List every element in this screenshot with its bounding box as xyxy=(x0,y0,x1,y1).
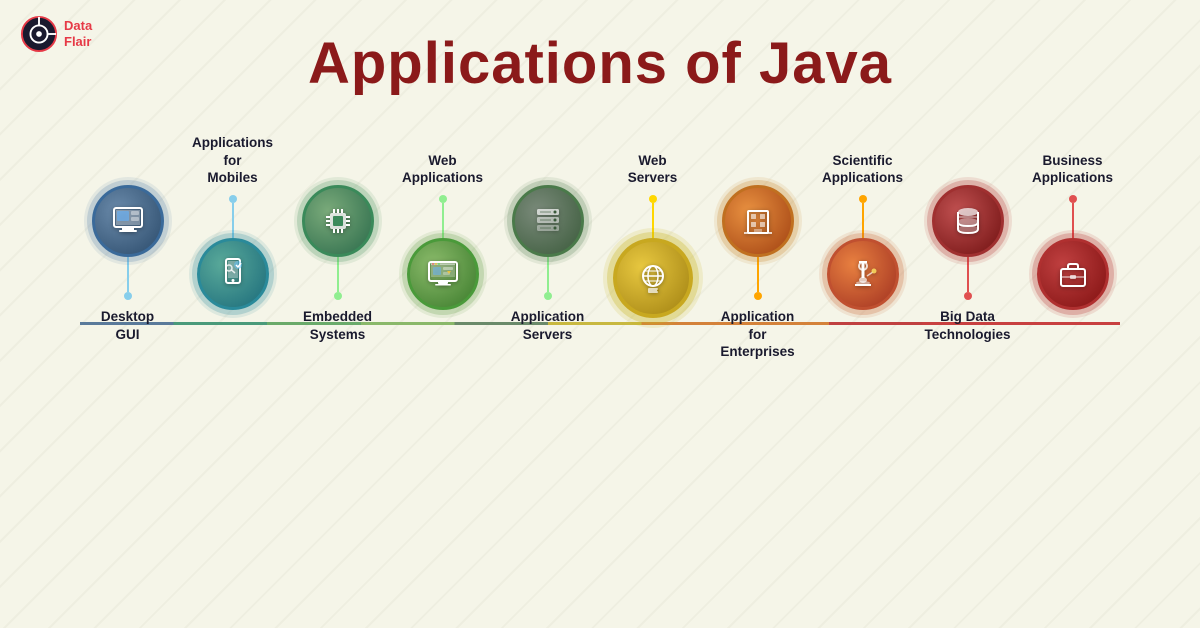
node-4-label-top: WebApplications xyxy=(402,127,483,187)
logo: Data Flair xyxy=(20,15,92,53)
node-business-apps: BusinessApplications xyxy=(1025,127,1120,368)
node-big-data: Big DataTechnologies xyxy=(920,127,1015,358)
node-enterprise-apps: Application forEnterprises xyxy=(710,127,805,361)
main-title: Applications of Java xyxy=(30,30,1170,97)
node-circle-10 xyxy=(1037,238,1109,310)
node-5-label-bottom: ApplicationServers xyxy=(511,308,585,358)
connector-top-2 xyxy=(232,203,234,238)
node-web-applications: WebApplications xyxy=(395,127,490,368)
node-9-label-bottom: Big DataTechnologies xyxy=(924,308,1010,358)
server-stack-icon xyxy=(530,203,566,239)
node-app-servers: ApplicationServers xyxy=(500,127,595,358)
node-circle-3 xyxy=(302,185,374,257)
page-container: Data Flair Applications of Java xyxy=(0,0,1200,628)
globe-server-icon xyxy=(635,260,671,296)
timeline-section: DesktopGUI Applications forMobiles xyxy=(30,127,1170,507)
node-7-label-bottom: Application forEnterprises xyxy=(710,308,805,361)
mobile-icon xyxy=(215,256,251,292)
building-icon xyxy=(740,203,776,239)
node-scientific-apps: ScientificApplications xyxy=(815,127,910,368)
web-monitor-icon xyxy=(425,256,461,292)
node-circle-2 xyxy=(197,238,269,310)
nodes-container: DesktopGUI Applications forMobiles xyxy=(30,127,1170,507)
node-circle-1 xyxy=(92,185,164,257)
node-mobile-apps: Applications forMobiles xyxy=(185,127,280,368)
briefcase-icon xyxy=(1055,256,1091,292)
node-circle-8 xyxy=(827,238,899,310)
node-circle-7 xyxy=(722,185,794,257)
logo-text: Data Flair xyxy=(64,18,92,49)
node-6-label-top: WebServers xyxy=(628,127,678,187)
chip-icon xyxy=(320,203,356,239)
node-10-label-top: BusinessApplications xyxy=(1032,127,1113,187)
node-circle-5 xyxy=(512,185,584,257)
node-circle-4 xyxy=(407,238,479,310)
node-embedded-systems: EmbeddedSystems xyxy=(290,127,385,358)
microscope-icon xyxy=(845,256,881,292)
node-web-servers: WebServers xyxy=(605,127,700,376)
node-circle-9 xyxy=(932,185,1004,257)
node-2-label-top: Applications forMobiles xyxy=(185,127,280,187)
node-circle-6 xyxy=(613,238,693,318)
node-3-label-bottom: EmbeddedSystems xyxy=(303,308,372,358)
node-1-label-bottom: DesktopGUI xyxy=(101,308,154,358)
connector-bottom-1 xyxy=(127,257,129,292)
database-icon xyxy=(950,203,986,239)
desktop-icon xyxy=(110,203,146,239)
node-8-label-top: ScientificApplications xyxy=(822,127,903,187)
node-desktop-gui: DesktopGUI xyxy=(80,127,175,358)
logo-icon xyxy=(20,15,58,53)
